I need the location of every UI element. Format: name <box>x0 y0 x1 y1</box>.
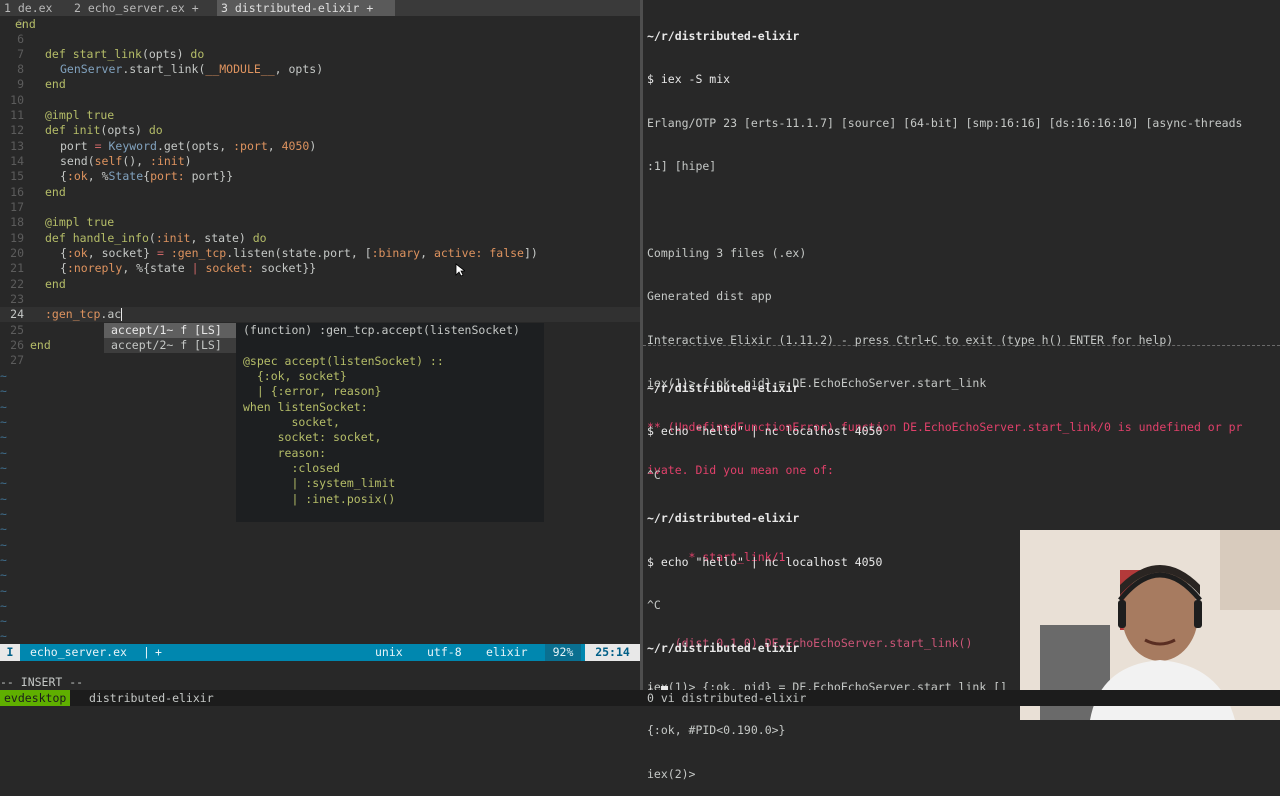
doc-line: :closed <box>243 461 340 475</box>
mouse-pointer-icon <box>455 263 465 277</box>
code-line: @impl true <box>45 215 115 229</box>
terminal-line: iex(2)> <box>647 766 696 781</box>
pane-divider-vertical[interactable] <box>640 0 643 706</box>
tmux-window-right[interactable]: 0 vi distributed-elixir <box>647 690 806 706</box>
doc-line: | :inet.posix() <box>243 492 396 506</box>
line-number: 11 <box>10 108 24 122</box>
line-number: 6 <box>17 32 24 46</box>
tab-de-ex[interactable]: 1 de.ex <box>0 0 56 16</box>
line-number-current: 24 <box>10 307 24 321</box>
code-line: {:ok, %State{port: port}} <box>60 169 234 183</box>
line-number: 12 <box>10 123 24 137</box>
tabline: 1 de.ex 2 echo_server.ex + 3 distributed… <box>0 0 640 16</box>
completion-menu: accept/1~ f [LS] accept/2~ f [LS] <box>104 323 236 353</box>
line-number: 22 <box>10 277 24 291</box>
doc-line: socket, <box>243 415 340 429</box>
doc-line: socket: socket, <box>243 430 382 444</box>
line-number: 7 <box>17 47 24 61</box>
vim-statusline: I echo_server.ex | + unix utf-8 elixir 9… <box>0 644 640 661</box>
line-number: 27 <box>10 353 24 367</box>
code-line: end <box>45 277 66 291</box>
code-line: @impl true <box>45 108 115 122</box>
line-number: 18 <box>10 215 24 229</box>
status-filetype: elixir <box>486 645 528 659</box>
code-line: {:noreply, %{state | socket: socket}} <box>60 261 317 275</box>
tmux-window[interactable]: distributed-elixir <box>89 690 214 706</box>
doc-line: {:ok, socket} <box>243 369 347 383</box>
status-modified: + <box>155 645 162 659</box>
code-line: send(self(), :init) <box>60 154 192 168</box>
tab-echo-server[interactable]: 2 echo_server.ex + <box>70 0 203 16</box>
doc-line: when listenSocket: <box>243 400 368 414</box>
line-number: 13 <box>10 139 24 153</box>
line-number: 26 <box>10 338 24 352</box>
terminal-line: $ iex -S mix <box>647 72 731 87</box>
line-number: 15 <box>10 169 24 183</box>
line-number: 8 <box>17 62 24 76</box>
code-line: def handle_info(:init, state) do <box>45 231 267 245</box>
doc-line: reason: <box>243 446 327 460</box>
tmux-session[interactable]: evdesktop <box>0 690 71 706</box>
tmux-statusbar: evdesktop distributed-elixir 0 vi distri… <box>0 690 1280 706</box>
line-number: 25 <box>10 323 24 337</box>
line-number: 19 <box>10 231 24 245</box>
code-line: port = Keyword.get(opts, :port, 4050) <box>60 139 317 153</box>
status-encoding: utf-8 <box>427 645 462 659</box>
status-filename: echo_server.ex <box>30 645 127 659</box>
terminal-line: Generated dist app <box>647 289 772 304</box>
terminal-line: ^C <box>647 597 661 612</box>
terminal-line: ~/r/distributed-elixir <box>647 511 800 526</box>
code-line: GenServer.start_link(__MODULE__, opts) <box>60 62 324 76</box>
line-number: 16 <box>10 185 24 199</box>
completion-item-accept-2[interactable]: accept/2~ f [LS] <box>104 338 236 353</box>
terminal-line: Compiling 3 files (.ex) <box>647 245 807 260</box>
code-line: end <box>30 338 51 352</box>
status-separator: | <box>143 645 150 659</box>
terminal-line: $ echo "hello" | nc localhost 4050 <box>647 554 883 569</box>
terminal-line: Interactive Elixir (1.11.2) - press Ctrl… <box>647 332 1174 347</box>
text-cursor <box>121 308 123 321</box>
doc-line: @spec accept(listenSocket) :: <box>243 354 444 368</box>
terminal-line: :1] [hipe] <box>647 159 717 174</box>
doc-line: | {:error, reason} <box>243 384 382 398</box>
line-number: 10 <box>10 93 24 107</box>
mode-indicator: I <box>0 644 20 661</box>
terminal-line: Erlang/OTP 23 [erts-11.1.7] [source] [64… <box>647 115 1243 130</box>
mode-text: -- INSERT -- <box>0 675 84 689</box>
terminal-shell[interactable]: ~/r/distributed-elixir $ echo "hello" | … <box>647 353 1017 714</box>
status-fileformat: unix <box>375 645 403 659</box>
line-number: 21 <box>10 261 24 275</box>
code-line: end <box>15 17 36 31</box>
status-percent: 92% <box>545 644 581 661</box>
code-line: end <box>45 185 66 199</box>
terminal-line: ~/r/distributed-elixir <box>647 29 800 43</box>
doc-line: (function) :gen_tcp.accept(listenSocket) <box>243 323 520 337</box>
code-line: end <box>45 77 66 91</box>
line-number: 20 <box>10 246 24 260</box>
doc-line: | :system_limit <box>243 476 396 490</box>
completion-item-accept-1[interactable]: accept/1~ f [LS] <box>104 323 236 338</box>
terminal-line: $ echo "hello" | nc localhost 4050 <box>647 424 883 439</box>
terminal-line: ^C <box>647 467 661 482</box>
tab-distributed-elixir[interactable]: 3 distributed-elixir + <box>217 0 395 16</box>
line-number: 17 <box>10 200 24 214</box>
line-number: 23 <box>10 292 24 306</box>
code-line: def init(opts) do <box>45 123 163 137</box>
code-line-current: :gen_tcp.ac <box>45 307 123 321</box>
documentation-popup: (function) :gen_tcp.accept(listenSocket)… <box>236 323 544 522</box>
terminal-line: ~/r/distributed-elixir <box>647 641 800 656</box>
line-number: 9 <box>17 77 24 91</box>
status-position: 25:14 <box>585 644 640 661</box>
terminal-line: {:ok, #PID<0.190.0>} <box>647 723 786 738</box>
code-line: {:ok, socket} = :gen_tcp.listen(state.po… <box>60 246 538 260</box>
terminal-line: ~/r/distributed-elixir <box>647 381 800 395</box>
line-number: 14 <box>10 154 24 168</box>
code-line: def start_link(opts) do <box>45 47 205 61</box>
